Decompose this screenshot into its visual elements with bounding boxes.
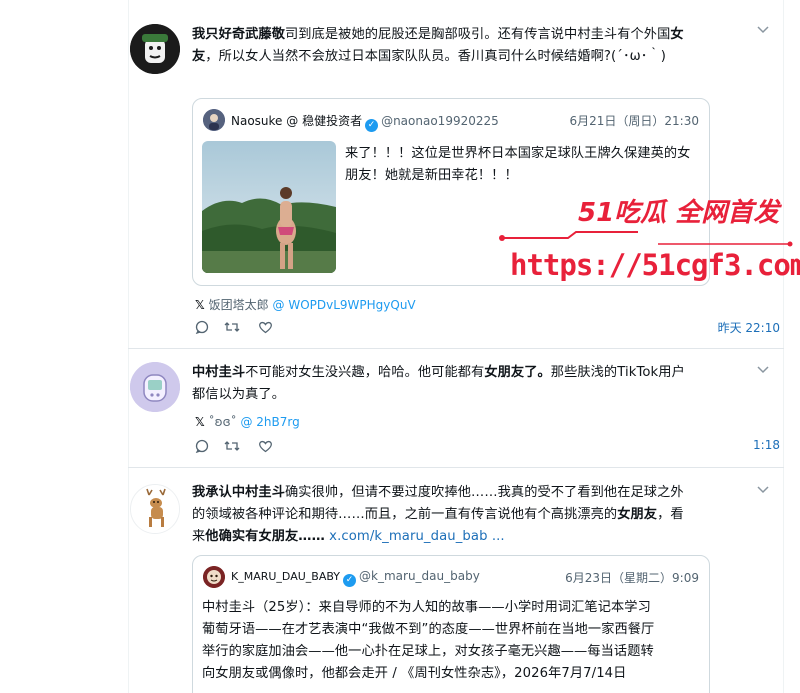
quote-date: 6月23日（星期二）9:09	[565, 571, 699, 585]
timestamp[interactable]: 昨天 22:10	[700, 319, 780, 336]
avatar[interactable]	[130, 24, 180, 74]
avatar-image	[131, 485, 179, 533]
timestamp[interactable]: 1:18	[700, 438, 780, 452]
watermark-url: https://51cgf3.com	[510, 248, 800, 282]
source-attribution[interactable]: 𝕏 饭团塔太郎 @ WOPDvL9WPHgyQuV	[195, 296, 416, 313]
reply-icon[interactable]	[195, 320, 209, 334]
avatar-image	[130, 24, 180, 74]
source-name: 饭团塔太郎	[208, 298, 269, 312]
quote-author-name: K_MARU_DAU_BABY	[231, 570, 341, 583]
photo-image	[202, 141, 336, 273]
avatar-image	[130, 362, 180, 412]
retweet-icon[interactable]	[224, 320, 240, 334]
avatar[interactable]	[130, 484, 180, 534]
quote-header: Naosuke @ 稳健投资者 ✓ @naonao19920225	[231, 112, 499, 132]
watermark-decoration	[499, 231, 793, 247]
retweet-icon[interactable]	[224, 439, 240, 453]
like-icon[interactable]	[258, 320, 273, 334]
quote-avatar	[203, 566, 225, 588]
quoted-tweet[interactable]: K_MARU_DAU_BABY ✓ @k_maru_dau_baby 6月23日（星…	[192, 555, 710, 693]
tweet-divider	[128, 348, 784, 349]
quote-avatar	[203, 109, 225, 131]
verified-badge-icon: ✓	[343, 574, 357, 587]
chevron-down-icon[interactable]	[756, 365, 770, 375]
quote-text: 来了！！！这位是世界杯日本国家足球队王牌久保建英的女朋友！她就是新田幸花！！！	[345, 146, 691, 183]
quote-text: 中村圭斗（25岁）：来自导师的不为人知的故事——小学时用词汇笔记本学习 葡萄牙语…	[202, 600, 655, 681]
quote-author-handle: @k_maru_dau_baby	[359, 569, 480, 583]
x-logo-icon: 𝕏	[195, 415, 205, 429]
source-handle: @ WOPDvL9WPHgyQuV	[272, 298, 416, 312]
source-handle: @ 2hB7rg	[240, 415, 300, 429]
quote-author-name: Naosuke @ 稳健投资者	[231, 114, 363, 128]
tweet-text: 中村圭斗不可能对女生没兴趣，哈哈。他可能都有女朋友了。那些肤浅的TikTok用户…	[192, 365, 685, 402]
source-attribution[interactable]: 𝕏 ˚ʚɞ˚ @ 2hB7rg	[195, 415, 300, 429]
like-icon[interactable]	[258, 439, 273, 453]
x-logo-icon: 𝕏	[195, 298, 205, 312]
quote-avatar-image	[203, 109, 225, 131]
quote-avatar-image	[203, 566, 225, 588]
author-name[interactable]: 中村圭斗	[192, 365, 245, 380]
watermark-brand: 51吃瓜 全网首发	[578, 198, 780, 228]
quote-author-handle: @naonao19920225	[381, 114, 499, 128]
tweet-divider	[128, 467, 784, 468]
source-name: ˚ʚɞ˚	[208, 415, 237, 429]
avatar[interactable]	[130, 362, 180, 412]
quote-header: K_MARU_DAU_BABY ✓ @k_maru_dau_baby	[231, 569, 480, 587]
tweet-text: 我只好奇武藤敬司到底是被她的屁股还是胸部吸引。还有传言说中村圭斗有个外国女 友，…	[192, 27, 684, 64]
verified-badge-icon: ✓	[365, 119, 379, 132]
chevron-down-icon[interactable]	[756, 485, 770, 495]
reply-icon[interactable]	[195, 439, 209, 453]
author-name[interactable]: 我只好奇武藤敬	[192, 27, 285, 42]
expanded-link[interactable]: x.com/k_maru_dau_bab ...	[325, 529, 505, 544]
quote-date: 6月21日（周日）21:30	[569, 114, 700, 128]
chevron-down-icon[interactable]	[756, 25, 770, 35]
author-name[interactable]: 我承认中村圭斗	[192, 485, 285, 500]
quote-photo[interactable]	[202, 141, 336, 273]
tweet-text: 我承认中村圭斗确实很帅，但请不要过度吹捧他……我真的受不了看到他在足球之外 的领…	[192, 485, 684, 544]
